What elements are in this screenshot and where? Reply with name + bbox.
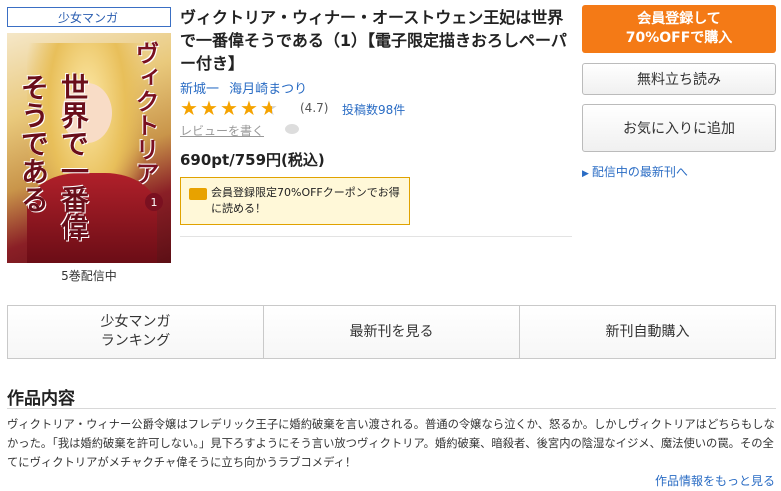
register-button-line1: 会員登録して [637, 11, 721, 27]
speech-bubble-icon [285, 124, 299, 134]
tab-label-line1: 少女マンガ [100, 314, 171, 330]
volume-count: 5巻配信中 [61, 269, 117, 283]
triangle-right-icon: ▶ [582, 169, 589, 179]
tab-auto-purchase[interactable]: 新刊自動購入 [519, 306, 775, 358]
more-info-link[interactable]: 作品情報をもっと見る [655, 472, 775, 489]
rating-value: (4.7) [300, 101, 329, 115]
add-favorite-button[interactable]: お気に入りに追加 [582, 104, 776, 152]
review-count-link[interactable]: 投稿数98件 [342, 101, 405, 118]
coupon-ticket-icon [189, 188, 207, 200]
book-cover-image[interactable]: ヴィクトリア 世界で一番偉そうである 1 [7, 33, 171, 263]
register-and-buy-button[interactable]: 会員登録して 70%OFFで購入 [582, 5, 776, 53]
author-link[interactable]: 新城一 [180, 82, 219, 97]
register-button-line2: 70%OFFで購入 [625, 30, 733, 46]
tab-label-line2: ランキング [100, 333, 171, 349]
divider [180, 236, 572, 237]
cover-volume-badge: 1 [145, 193, 163, 211]
star-icon: ★ [220, 96, 238, 120]
star-icon: ★ [180, 96, 198, 120]
star-half-icon: ★ [260, 98, 280, 118]
latest-volume-label: 配信中の最新刊へ [591, 165, 688, 179]
tab-label: 新刊自動購入 [605, 323, 690, 340]
latest-volume-link[interactable]: ▶ 配信中の最新刊へ [582, 163, 688, 180]
star-rating: ★ ★ ★ ★ ★ [180, 98, 280, 118]
cover-title-vertical: ヴィクトリア [131, 41, 160, 185]
author-list: 新城一 海月崎まつり [180, 78, 313, 97]
cover-subtitle-vertical: 世界で一番偉そうである [17, 73, 90, 241]
action-tabs: 少女マンガ ランキング 最新刊を見る 新刊自動購入 [7, 305, 776, 359]
price: 690pt/759円(税込) [180, 151, 325, 169]
star-icon: ★ [200, 96, 218, 120]
genre-tag[interactable]: 少女マンガ [7, 7, 171, 27]
book-title: ヴィクトリア・ウィナー・オーストウェン王妃は世界で一番偉そうである（1）【電子限… [180, 8, 567, 73]
author-link[interactable]: 海月崎まつり [229, 82, 307, 97]
tab-genre-ranking[interactable]: 少女マンガ ランキング [8, 306, 263, 358]
free-preview-button[interactable]: 無料立ち読み [582, 63, 776, 95]
tab-label: 最新刊を見る [349, 323, 434, 340]
coupon-text: 会員登録限定70%OFFクーポンでお得に読める！ [211, 186, 400, 215]
coupon-banner[interactable]: 会員登録限定70%OFFクーポンでお得に読める！ [180, 177, 410, 225]
description-body: ヴィクトリア・ウィナー公爵令嬢はフレデリック王子に婚約破棄を言い渡される。普通の… [7, 418, 775, 469]
description-heading: 作品内容 [7, 389, 75, 409]
write-review-link[interactable]: レビューを書く [180, 122, 264, 139]
star-icon: ★ [240, 96, 258, 120]
divider [7, 408, 776, 409]
tab-latest-volume[interactable]: 最新刊を見る [263, 306, 519, 358]
